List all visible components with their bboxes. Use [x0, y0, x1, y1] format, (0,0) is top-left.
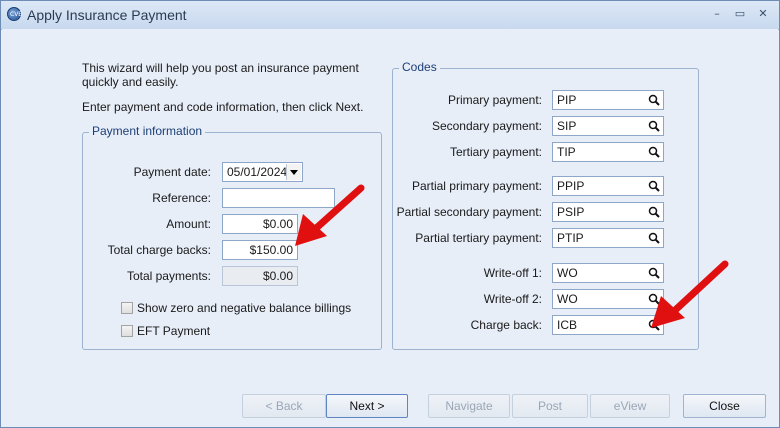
total-charge-backs-input[interactable]: $150.00 [222, 240, 298, 260]
window-title: Apply Insurance Payment [27, 7, 187, 23]
partial-secondary-payment-label: Partial secondary payment: [396, 205, 542, 219]
partial-tertiary-payment-label: Partial tertiary payment: [415, 231, 542, 245]
write-off-2-label: Write-off 2: [483, 292, 542, 306]
payment-date-label: Payment date: [133, 165, 211, 179]
intro-instructions: Enter payment and code information, then… [82, 100, 364, 114]
navigate-button[interactable]: Navigate [428, 394, 510, 418]
search-icon[interactable] [646, 92, 662, 108]
back-button[interactable]: < Back [242, 394, 326, 418]
secondary-payment-input[interactable]: SIP [552, 116, 664, 136]
write-off-1-label: Write-off 1: [483, 266, 542, 280]
search-icon[interactable] [646, 204, 662, 220]
show-zero-balance-label: Show zero and negative balance billings [137, 301, 352, 315]
search-icon[interactable] [646, 291, 662, 307]
write-off-2-value: WO [557, 292, 578, 306]
next-button[interactable]: Next > [326, 394, 408, 418]
partial-secondary-payment-value: PSIP [557, 205, 585, 219]
search-icon[interactable] [646, 230, 662, 246]
eview-button[interactable]: eView [590, 394, 670, 418]
maximize-button[interactable]: ▭ [732, 7, 748, 21]
amount-input[interactable]: $0.00 [222, 214, 298, 234]
secondary-payment-value: SIP [557, 119, 577, 133]
partial-tertiary-payment-value: PTIP [557, 231, 584, 245]
primary-payment-value: PIP [557, 93, 577, 107]
reference-input[interactable] [222, 188, 335, 208]
tertiary-payment-value: TIP [557, 145, 576, 159]
search-icon[interactable] [646, 265, 662, 281]
chevron-down-icon[interactable] [286, 164, 301, 180]
charge-back-value: ICB [557, 318, 578, 332]
partial-primary-payment-input[interactable]: PPIP [552, 176, 664, 196]
eft-payment-checkbox[interactable] [121, 325, 133, 337]
search-icon[interactable] [646, 144, 662, 160]
primary-payment-input[interactable]: PIP [552, 90, 664, 110]
write-off-2-input[interactable]: WO [552, 289, 664, 309]
eft-payment-label: EFT Payment [137, 324, 211, 338]
charge-back-input[interactable]: ICB [552, 315, 664, 335]
title-bar: CVE Apply Insurance Payment – ▭ ✕ [1, 1, 779, 30]
payment-information-title: Payment information [89, 124, 206, 138]
search-icon[interactable] [646, 118, 662, 134]
close-button[interactable]: Close [683, 394, 766, 418]
write-off-1-input[interactable]: WO [552, 263, 664, 283]
tertiary-payment-input[interactable]: TIP [552, 142, 664, 162]
payment-date-select[interactable]: 05/01/2024 [222, 162, 303, 182]
secondary-payment-label: Secondary payment: [431, 119, 542, 133]
partial-primary-payment-value: PPIP [557, 179, 585, 193]
reference-label: Reference: [152, 191, 211, 205]
close-window-button[interactable]: ✕ [755, 7, 771, 21]
post-button[interactable]: Post [512, 394, 588, 418]
amount-label: Amount: [166, 217, 211, 231]
total-payments-label: Total payments: [126, 269, 211, 283]
primary-payment-label: Primary payment: [447, 93, 542, 107]
total-charge-backs-label: Total charge backs: [107, 243, 211, 257]
total-payments-field: $0.00 [222, 266, 298, 286]
search-icon[interactable] [646, 178, 662, 194]
charge-back-label: Charge back: [470, 318, 542, 332]
codes-title: Codes [399, 60, 440, 74]
app-icon-text: CVE [10, 11, 23, 18]
show-zero-balance-checkbox[interactable] [121, 302, 133, 314]
partial-secondary-payment-input[interactable]: PSIP [552, 202, 664, 222]
payment-date-value: 05/01/2024 [227, 165, 288, 179]
search-icon[interactable] [646, 317, 662, 333]
intro-text: This wizard will help you post an insura… [82, 61, 359, 89]
minimize-button[interactable]: – [709, 7, 725, 21]
apply-insurance-payment-window: CVE Apply Insurance Payment – ▭ ✕ This w… [0, 0, 780, 428]
tertiary-payment-label: Tertiary payment: [449, 145, 542, 159]
app-icon: CVE [7, 7, 23, 21]
partial-primary-payment-label: Partial primary payment: [411, 179, 542, 193]
write-off-1-value: WO [557, 266, 578, 280]
partial-tertiary-payment-input[interactable]: PTIP [552, 228, 664, 248]
